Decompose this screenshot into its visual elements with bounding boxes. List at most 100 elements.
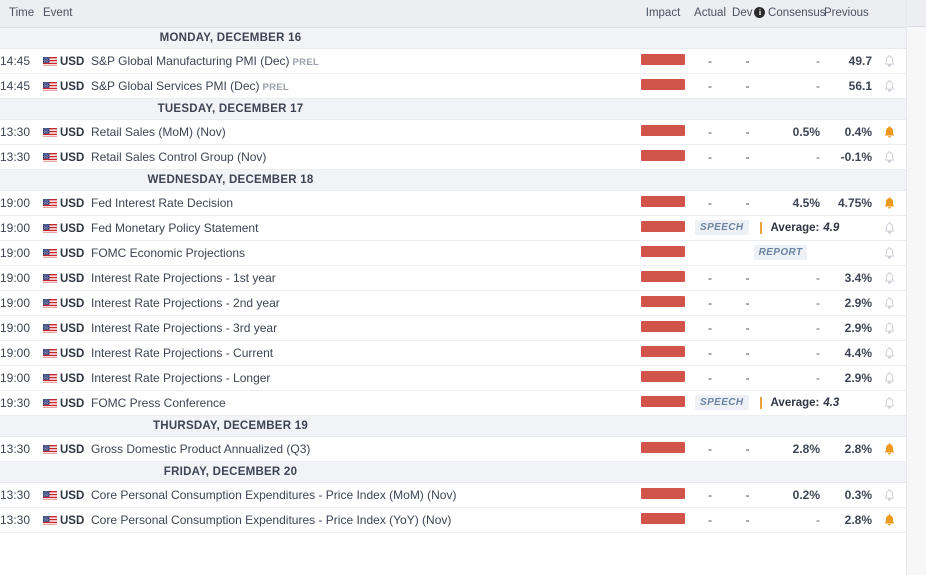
table-row[interactable]: 13:30USDCore Personal Consumption Expend… xyxy=(0,507,906,532)
event-name[interactable]: Interest Rate Projections - 1st year xyxy=(91,265,637,290)
alert-bell-button[interactable] xyxy=(872,436,906,461)
event-time: 13:30 xyxy=(0,507,43,532)
actual-value: - xyxy=(689,315,731,340)
event-name[interactable]: Interest Rate Projections - 3rd year xyxy=(91,315,637,340)
alert-bell-button[interactable] xyxy=(872,265,906,290)
day-label: THURSDAY, DECEMBER 19 xyxy=(0,415,906,436)
event-currency: USD xyxy=(43,240,91,265)
us-flag-icon xyxy=(43,373,57,383)
table-row[interactable]: 19:00USDInterest Rate Projections - 3rd … xyxy=(0,315,906,340)
previous-value: 49.7 xyxy=(820,48,872,73)
us-flag-icon xyxy=(43,198,57,208)
alert-bell-button[interactable] xyxy=(872,507,906,532)
alert-bell-button[interactable] xyxy=(872,190,906,215)
event-name[interactable]: Retail Sales Control Group (Nov) xyxy=(91,144,637,169)
table-row[interactable]: 19:00USDFed Monetary Policy StatementSPE… xyxy=(0,215,906,240)
consensus-value: - xyxy=(764,265,820,290)
event-name[interactable]: Core Personal Consumption Expenditures -… xyxy=(91,482,637,507)
currency-code: USD xyxy=(60,323,84,335)
previous-value: 3.4% xyxy=(820,265,872,290)
event-name[interactable]: Interest Rate Projections - 2nd year xyxy=(91,290,637,315)
impact-bar-high xyxy=(641,221,685,232)
event-time: 13:30 xyxy=(0,482,43,507)
currency-code: USD xyxy=(60,298,84,310)
event-time: 19:00 xyxy=(0,365,43,390)
impact-cell xyxy=(637,119,689,144)
impact-cell xyxy=(637,482,689,507)
column-header-alert xyxy=(872,0,906,27)
event-name[interactable]: Core Personal Consumption Expenditures -… xyxy=(91,507,637,532)
event-time: 19:00 xyxy=(0,290,43,315)
column-header-time[interactable]: Time xyxy=(0,0,43,27)
table-row[interactable]: 13:30USDCore Personal Consumption Expend… xyxy=(0,482,906,507)
info-icon[interactable]: i xyxy=(754,7,765,18)
table-row[interactable]: 13:30USDRetail Sales (MoM) (Nov)--0.5%0.… xyxy=(0,119,906,144)
alert-bell-button[interactable] xyxy=(872,482,906,507)
actual-value: - xyxy=(689,119,731,144)
alert-bell-button[interactable] xyxy=(872,73,906,98)
column-header-actual[interactable]: Actual xyxy=(689,0,731,27)
alert-bell-button[interactable] xyxy=(872,48,906,73)
event-name[interactable]: Fed Interest Rate Decision xyxy=(91,190,637,215)
actual-value: - xyxy=(689,482,731,507)
alert-bell-button[interactable] xyxy=(872,365,906,390)
previous-value: 2.9% xyxy=(820,290,872,315)
table-row[interactable]: 19:00USDFed Interest Rate Decision--4.5%… xyxy=(0,190,906,215)
event-name[interactable]: Gross Domestic Product Annualized (Q3) xyxy=(91,436,637,461)
column-header-impact[interactable]: Impact xyxy=(637,0,689,27)
currency-code: USD xyxy=(60,248,84,260)
table-row[interactable]: 19:30USDFOMC Press ConferenceSPEECHAvera… xyxy=(0,390,906,415)
column-header-event[interactable]: Event xyxy=(43,0,637,27)
table-row[interactable]: 19:00 USD Interest Rate Projections - 2nd … xyxy=(0,290,906,315)
event-name[interactable]: Interest Rate Projections - Current xyxy=(91,340,637,365)
impact-cell xyxy=(637,436,689,461)
table-row[interactable]: 13:30USDGross Domestic Product Annualize… xyxy=(0,436,906,461)
event-name[interactable]: Interest Rate Projections - Longer xyxy=(91,365,637,390)
event-time: 14:45 xyxy=(0,73,43,98)
alert-bell-button[interactable] xyxy=(872,119,906,144)
previous-value: 2.8% xyxy=(820,507,872,532)
event-name[interactable]: FOMC Press Conference xyxy=(91,390,637,415)
column-header-dev[interactable]: Devi xyxy=(731,0,764,27)
event-name[interactable]: S&P Global Manufacturing PMI (Dec)PREL xyxy=(91,48,637,73)
event-time: 19:30 xyxy=(0,390,43,415)
event-name[interactable]: FOMC Economic Projections xyxy=(91,240,637,265)
alert-bell-button[interactable] xyxy=(872,315,906,340)
impact-bar-high xyxy=(641,513,685,524)
event-name[interactable]: Retail Sales (MoM) (Nov) xyxy=(91,119,637,144)
table-row[interactable]: 14:45USDS&P Global Manufacturing PMI (De… xyxy=(0,48,906,73)
table-row[interactable]: 19:00USDFOMC Economic ProjectionsREPORT xyxy=(0,240,906,265)
impact-bar-high xyxy=(641,296,685,307)
alert-bell-button[interactable] xyxy=(872,240,906,265)
impact-bar-high xyxy=(641,271,685,282)
event-name[interactable]: S&P Global Services PMI (Dec)PREL xyxy=(91,73,637,98)
event-currency: USD xyxy=(43,119,91,144)
event-time: 13:30 xyxy=(0,119,43,144)
impact-cell xyxy=(637,240,689,265)
table-row[interactable]: 19:00USDInterest Rate Projections - 1st … xyxy=(0,265,906,290)
actual-value: - xyxy=(689,365,731,390)
alert-bell-button[interactable] xyxy=(872,215,906,240)
speech-cell: SPEECHAverage:4.9 xyxy=(689,215,872,240)
alert-bell-button[interactable] xyxy=(872,144,906,169)
report-cell: REPORT xyxy=(689,240,872,265)
table-row[interactable]: 19:00USDInterest Rate Projections - Long… xyxy=(0,365,906,390)
alert-bell-button[interactable] xyxy=(872,290,906,315)
us-flag-icon xyxy=(43,398,57,408)
table-row[interactable]: 19:00USDInterest Rate Projections - Curr… xyxy=(0,340,906,365)
event-currency: USD xyxy=(43,390,91,415)
event-currency: USD xyxy=(43,215,91,240)
table-row[interactable]: 14:45USDS&P Global Services PMI (Dec)PRE… xyxy=(0,73,906,98)
consensus-value: 2.8% xyxy=(764,436,820,461)
alert-bell-button[interactable] xyxy=(872,340,906,365)
table-row[interactable]: 13:30USDRetail Sales Control Group (Nov)… xyxy=(0,144,906,169)
table-header: Time Event Impact Actual Devi Consensus … xyxy=(0,0,906,27)
column-header-previous[interactable]: Previous xyxy=(820,0,872,27)
day-label: FRIDAY, DECEMBER 20 xyxy=(0,461,906,482)
impact-cell xyxy=(637,390,689,415)
us-flag-icon xyxy=(43,348,57,358)
event-currency: USD xyxy=(43,48,91,73)
alert-bell-button[interactable] xyxy=(872,390,906,415)
event-name[interactable]: Fed Monetary Policy Statement xyxy=(91,215,637,240)
column-header-consensus[interactable]: Consensus xyxy=(764,0,820,27)
